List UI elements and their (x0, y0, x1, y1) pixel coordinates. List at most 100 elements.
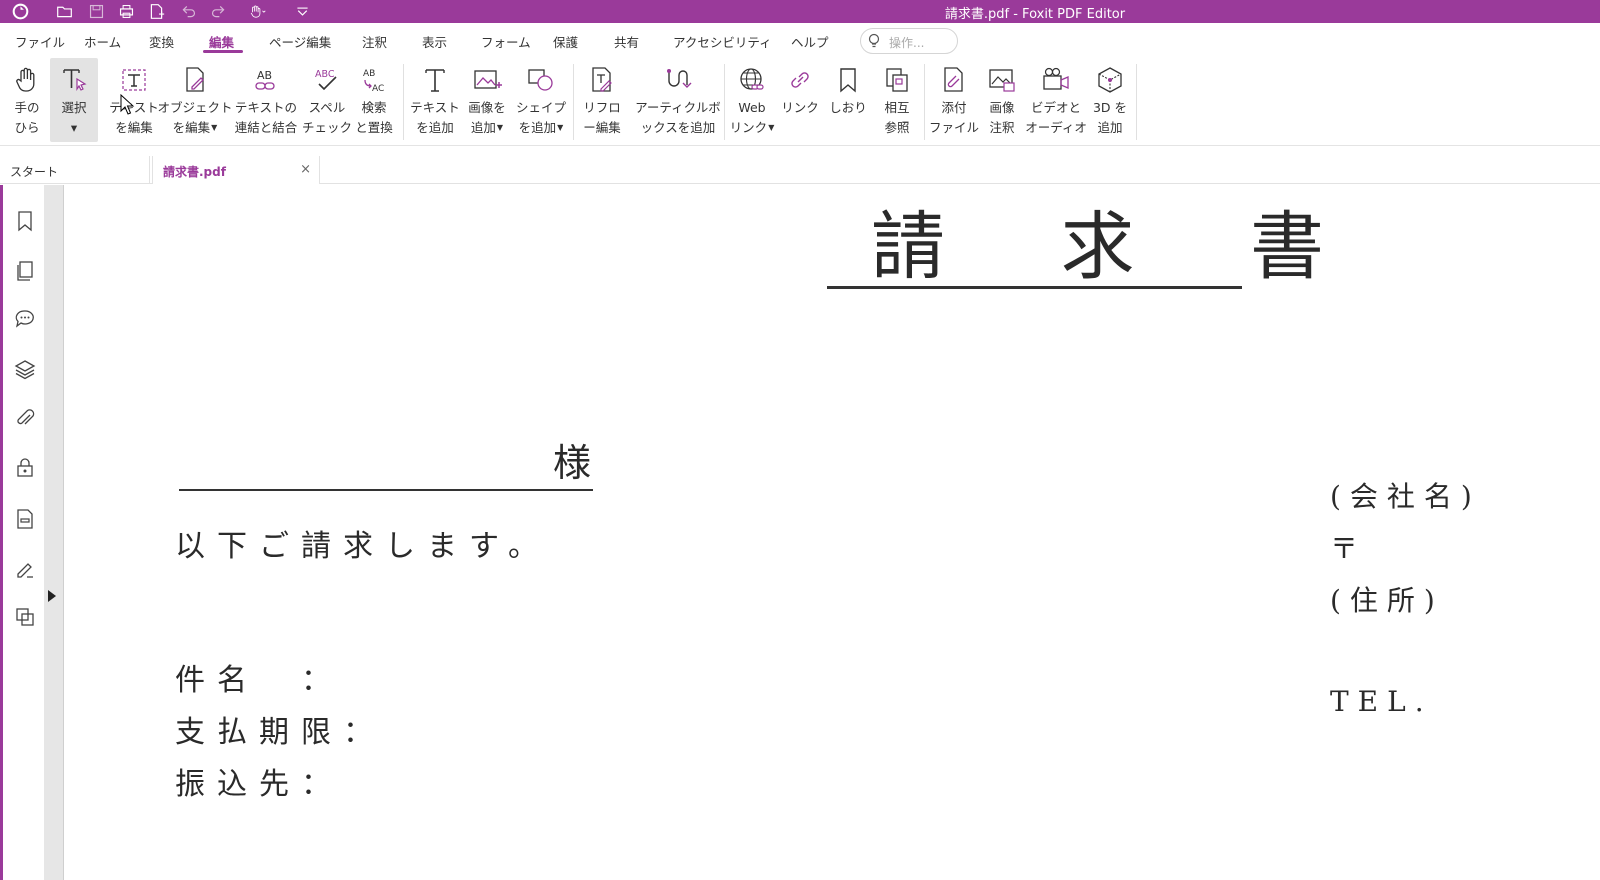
spell-check-button[interactable]: ABC スペル チェック (302, 58, 353, 142)
attach-file-label-2: ファイル (929, 120, 980, 135)
menu-comment[interactable]: 注釈 (362, 32, 387, 51)
menu-convert[interactable]: 変換 (149, 32, 174, 51)
add-shape-caret[interactable]: ▼ (557, 123, 563, 132)
image-annotation-button[interactable]: 画像 注釈 (982, 58, 1022, 142)
edit-object-button[interactable]: オブジェクト を編集▼ (158, 58, 233, 142)
select-tool-button[interactable]: 選択 ▾ (50, 58, 98, 142)
add-text-button[interactable]: テキスト を追加 (410, 58, 460, 142)
pages-panel-icon[interactable] (11, 257, 39, 285)
compare-panel-icon[interactable] (11, 603, 39, 631)
hand-icon (10, 62, 44, 98)
attach-file-button[interactable]: 添付 ファイル (929, 58, 980, 142)
add-shape-label-2-wrap: を追加▼ (519, 118, 564, 138)
add-image-button[interactable]: 画像を 追加▼ (462, 58, 512, 142)
menu-protect[interactable]: 保護 (553, 32, 578, 51)
addressee-suffix: 様 (553, 441, 592, 485)
reflow-edit-button[interactable]: リフロ ー編集 (580, 58, 624, 142)
ribbon-separator (573, 64, 574, 140)
attachments-panel-icon[interactable] (11, 404, 39, 432)
spell-check-label-2: チェック (302, 120, 353, 135)
link-join-text-icon: AB (249, 62, 283, 98)
web-link-label-2: リンク (729, 120, 768, 135)
ribbon-separator (924, 64, 925, 140)
fields-panel-icon[interactable] (11, 505, 39, 533)
web-link-icon (735, 62, 769, 98)
add-3d-label-2: 追加 (1097, 120, 1123, 135)
panel-collapse-bar[interactable] (44, 185, 64, 880)
video-audio-button[interactable]: ビデオと オーディオ (1025, 58, 1087, 142)
article-box-label-2: ックスを追加 (640, 120, 716, 135)
mouse-cursor-icon (120, 94, 135, 115)
image-annotation-label-1: 画像 (989, 100, 1015, 115)
security-panel-icon[interactable] (11, 453, 39, 481)
tel-label: TEL. (1330, 685, 1433, 718)
menu-edit[interactable]: 編集 (209, 32, 234, 51)
edit-object-label-2-wrap: を編集▼ (173, 118, 218, 138)
web-link-button[interactable]: Web リンク▼ (730, 58, 774, 142)
add-image-label-2-wrap: 追加▼ (471, 118, 503, 138)
menu-page-edit[interactable]: ページ編集 (269, 32, 331, 51)
reflow-edit-label-1: リフロ (583, 100, 621, 115)
web-link-caret[interactable]: ▼ (768, 123, 774, 132)
find-replace-icon: AB AC (357, 62, 391, 98)
web-link-label-1: Web (738, 100, 766, 115)
cross-reference-label-1: 相互 (884, 100, 910, 115)
add-shape-button[interactable]: シェイプ を追加▼ (514, 58, 568, 142)
add-3d-label-1: 3D を (1092, 100, 1128, 115)
menu-share[interactable]: 共有 (614, 32, 639, 51)
edit-object-label-1: オブジェクト (157, 100, 233, 115)
active-menu-indicator (203, 50, 243, 53)
navigation-panel (0, 185, 44, 880)
menu-form[interactable]: フォーム (481, 32, 531, 51)
reflow-edit-icon (585, 62, 619, 98)
edit-object-caret[interactable]: ▼ (211, 123, 217, 132)
pdf-page: 請 求 書 様 以下ご請求します。 件名 ： 支払期限： 振込先： (会社名) … (65, 185, 1600, 880)
address: (住所) (1330, 584, 1444, 617)
reflow-edit-label-2: ー編集 (583, 120, 621, 135)
link-button[interactable]: リンク (780, 58, 820, 142)
web-link-label-2-wrap: リンク▼ (730, 118, 775, 138)
add-image-label-2: 追加 (470, 120, 496, 135)
hand-tool-button[interactable]: 手の ひら (7, 58, 47, 142)
link-icon (783, 62, 817, 98)
deadline-label: 支払期限： (175, 715, 385, 750)
tab-start[interactable]: スタート (0, 156, 150, 184)
menu-view[interactable]: 表示 (422, 32, 447, 51)
tab-invoice-pdf[interactable]: 請求書.pdf × (152, 156, 320, 184)
window-title: 請求書.pdf - Foxit PDF Editor (944, 7, 1126, 22)
spell-check-icon: ABC (310, 62, 344, 98)
title-underline (827, 286, 1242, 289)
bookmark-icon (831, 62, 865, 98)
menu-accessibility[interactable]: アクセシビリティ (673, 32, 772, 51)
expand-panel-icon[interactable] (48, 590, 56, 602)
link-join-text-label-2: 連結と結合 (234, 120, 298, 135)
video-audio-label-1: ビデオと (1030, 100, 1081, 115)
comments-panel-icon[interactable] (11, 305, 39, 333)
find-replace-button[interactable]: AB AC 検索 と置換 (352, 58, 396, 142)
menu-home[interactable]: ホーム (84, 32, 121, 51)
layers-panel-icon[interactable] (11, 355, 39, 383)
add-3d-icon (1093, 62, 1127, 98)
add-image-caret[interactable]: ▼ (497, 123, 503, 132)
hand-tool-label-2: ひら (14, 120, 40, 135)
document-tab-bar: スタート 請求書.pdf × (0, 156, 1600, 184)
attach-file-label-1: 添付 (941, 100, 967, 115)
add-3d-button[interactable]: 3D を 追加 (1090, 58, 1130, 142)
bookmark-panel-icon[interactable] (11, 207, 39, 235)
bookmark-label: しおり (829, 100, 867, 115)
menu-file[interactable]: ファイル (15, 32, 65, 51)
invoice-title: 請 求 書 (871, 204, 1371, 290)
find-replace-label-1: 検索 (361, 100, 387, 115)
search-box[interactable]: 操作... (860, 28, 958, 54)
signature-panel-icon[interactable] (11, 555, 39, 583)
menu-help[interactable]: ヘルプ (791, 32, 829, 51)
ribbon-separator (1136, 64, 1137, 140)
cross-reference-button[interactable]: 相互 参照 (876, 58, 918, 142)
article-box-button[interactable]: アーティクルボ ックスを追加 (634, 58, 722, 142)
cross-reference-label-2: 参照 (884, 120, 910, 135)
bookmark-button[interactable]: しおり (828, 58, 868, 142)
select-dropdown-arrow[interactable]: ▾ (71, 118, 77, 138)
select-text-icon (57, 62, 91, 98)
close-tab-icon[interactable]: × (300, 162, 311, 177)
link-join-text-button[interactable]: AB テキストの 連結と結合 (232, 58, 300, 142)
